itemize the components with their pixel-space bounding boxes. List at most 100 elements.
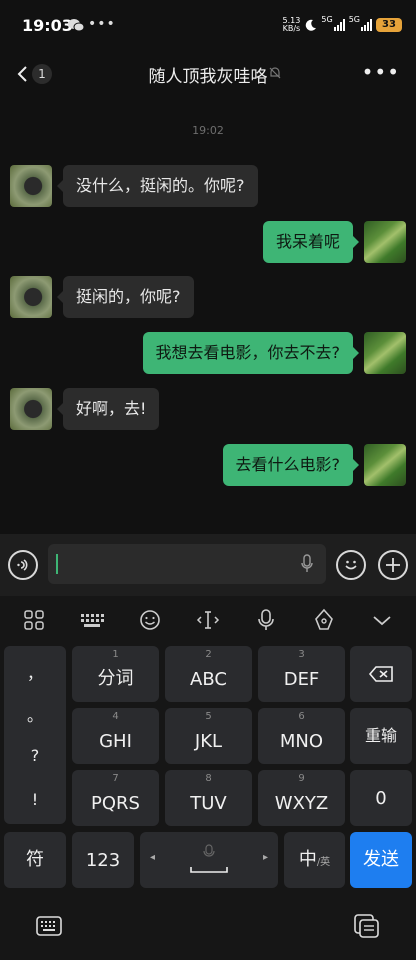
chat-title: 随人顶我灰哇咯: [148, 67, 268, 87]
grid-icon[interactable]: [20, 606, 48, 634]
key-label: 分词: [97, 668, 134, 689]
key-3[interactable]: 3 DEF: [258, 646, 345, 702]
chevron-down-icon[interactable]: [368, 606, 396, 634]
caret-right-icon: ▸: [262, 852, 268, 863]
key-number: 6: [298, 711, 305, 722]
network-speed: 5.13 KB/s: [281, 17, 301, 33]
key-label: MNO: [279, 731, 324, 752]
emoji-button[interactable]: [336, 550, 366, 580]
mic-icon[interactable]: [300, 554, 314, 574]
lang-sub-label: /英: [316, 857, 331, 868]
message-timestamp: 19:02: [192, 124, 224, 137]
backspace-key[interactable]: [350, 646, 412, 702]
message-bubble-incoming[interactable]: 没什么，挺闲的。你呢?: [57, 165, 258, 207]
punct-question[interactable]: ?: [4, 746, 66, 765]
moon-icon: [306, 19, 317, 31]
key-label: JKL: [194, 731, 223, 752]
numeric-key[interactable]: 123: [72, 832, 134, 888]
key-label: TUV: [190, 793, 227, 814]
key-2[interactable]: 2 ABC: [165, 646, 252, 702]
key-9[interactable]: 9 WXYZ: [258, 770, 345, 826]
signal-icon-2: [361, 19, 372, 31]
key-number: 4: [112, 711, 119, 722]
network-type-2: 5G: [348, 14, 360, 24]
key-number: 9: [298, 773, 305, 784]
chat-area[interactable]: 19:02 没什么，挺闲的。你呢? 我呆着呢 挺闲的，你呢? 我想去看电影，你去…: [0, 98, 416, 534]
key-label: PQRS: [91, 793, 140, 814]
space-bar-icon: [190, 867, 228, 873]
ime-keyboard: ， 。 ? ! 1 分词 2 ABC 3 DEF 4 GHI 5 JKL 6 M…: [0, 596, 416, 960]
message-bubble-incoming[interactable]: 好啊，去!: [56, 388, 160, 430]
chat-header: 1 随人顶我灰哇咯 •••: [0, 50, 416, 98]
symbol-key[interactable]: 符: [4, 832, 66, 888]
keyboard-icon[interactable]: [78, 606, 106, 634]
send-button[interactable]: 发送: [350, 832, 412, 888]
message-bubble-outgoing[interactable]: 我呆着呢: [262, 221, 360, 263]
cursor-icon[interactable]: [194, 606, 222, 634]
lang-main-label: 中: [298, 849, 317, 870]
plus-icon: [386, 558, 400, 572]
mic-icon[interactable]: [252, 606, 280, 634]
key-5[interactable]: 5 JKL: [165, 708, 252, 764]
pen-icon[interactable]: [310, 606, 338, 634]
key-label: DEF: [283, 669, 320, 690]
reinput-key[interactable]: 重输: [350, 708, 412, 764]
message-bubble-outgoing[interactable]: 我想去看电影，你去不去?: [142, 332, 359, 374]
keyboard-switch-icon[interactable]: [35, 914, 63, 938]
more-options-icon[interactable]: •••: [362, 62, 400, 82]
status-time: 19:03: [22, 16, 73, 35]
punct-period[interactable]: 。: [4, 702, 66, 726]
caret-left-icon: ◂: [150, 852, 156, 863]
backspace-icon: [368, 666, 393, 682]
language-toggle-key[interactable]: 中/英: [284, 832, 345, 888]
key-number: 1: [112, 649, 119, 660]
avatar-contact[interactable]: [10, 165, 52, 207]
space-key[interactable]: ◂ ▸: [140, 832, 278, 888]
avatar-contact[interactable]: [10, 388, 52, 430]
punct-comma[interactable]: ，: [4, 660, 66, 684]
emoji-icon: [345, 560, 357, 570]
battery-icon: 33: [376, 18, 402, 32]
mute-bell-icon: [269, 67, 281, 79]
key-label: 重输: [364, 726, 397, 745]
emoji-icon[interactable]: [136, 606, 164, 634]
key-number: 7: [112, 773, 119, 784]
key-8[interactable]: 8 TUV: [165, 770, 252, 826]
network-speed-unit: KB/s: [282, 24, 301, 33]
voice-wave-icon: [17, 559, 28, 571]
key-0[interactable]: 0: [350, 770, 412, 826]
message-input-bar: [0, 534, 416, 596]
keyboard-bottom-bar: [0, 900, 416, 960]
voice-toggle-button[interactable]: [8, 550, 38, 580]
key-number: 2: [205, 649, 212, 660]
avatar-contact[interactable]: [10, 276, 52, 318]
punct-exclaim[interactable]: !: [4, 790, 66, 809]
key-4[interactable]: 4 GHI: [72, 708, 159, 764]
key-label: 符: [26, 849, 44, 870]
status-bar: 19:03 ••• 5.13 KB/s 5G 5G 33: [0, 0, 416, 50]
message-bubble-outgoing[interactable]: 去看什么电影?: [222, 444, 359, 486]
message-bubble-incoming[interactable]: 挺闲的，你呢?: [57, 276, 194, 318]
avatar-self[interactable]: [364, 332, 406, 374]
key-number: 8: [205, 773, 212, 784]
add-attachment-button[interactable]: [378, 550, 408, 580]
send-label: 发送: [363, 849, 399, 870]
text-caret: [56, 554, 58, 574]
key-label: 0: [375, 788, 387, 809]
avatar-self[interactable]: [364, 444, 406, 486]
key-number: 5: [205, 711, 212, 722]
key-1[interactable]: 1 分词: [72, 646, 159, 702]
avatar-self[interactable]: [364, 221, 406, 263]
wechat-notification-icon: [68, 19, 84, 32]
message-input[interactable]: [48, 544, 326, 584]
punctuation-column[interactable]: ， 。 ? !: [4, 646, 66, 824]
signal-icon: [333, 19, 345, 31]
key-label: 123: [85, 850, 121, 871]
more-notifications-icon: •••: [88, 16, 116, 32]
key-6[interactable]: 6 MNO: [258, 708, 345, 764]
key-7[interactable]: 7 PQRS: [72, 770, 159, 826]
clipboard-icon[interactable]: [353, 913, 381, 939]
key-label: GHI: [99, 731, 132, 752]
network-type-1: 5G: [321, 14, 333, 24]
space-mic-icon: [203, 844, 215, 857]
